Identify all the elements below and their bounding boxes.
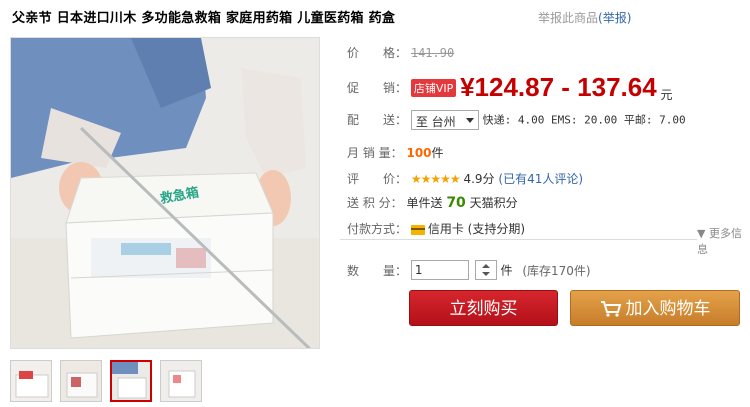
points-label: 送 积 分：	[347, 196, 403, 210]
shipping-fees: 快递: 4.00 EMS: 20.00 平邮: 7.00	[482, 113, 686, 127]
add-to-cart-button[interactable]: 加入购物车	[570, 290, 740, 326]
payment-label: 付款方式：	[347, 222, 408, 236]
thumbnail-2[interactable]	[60, 360, 102, 402]
star-rating-icon: ★★★★★	[410, 172, 461, 186]
shopping-cart-icon	[600, 301, 621, 317]
rating-row: 评 价： ★★★★★ 4.9分 (已有41人评论)	[347, 170, 583, 187]
credit-card-icon	[410, 224, 425, 235]
report-product[interactable]: 举报此商品(举报)	[538, 9, 631, 26]
chevron-up-icon	[481, 264, 490, 268]
quantity-row: 数 量： 1 件 (库存170件)	[347, 260, 591, 280]
price-label: 价 格：	[347, 46, 408, 60]
vip-badge: 店铺VIP	[410, 78, 457, 97]
shipping-label: 配 送：	[347, 112, 408, 127]
main-product-image[interactable]: 救急箱	[10, 37, 320, 349]
more-info-toggle[interactable]: ▼ 更多信息	[697, 225, 750, 257]
rating-score: 4.9分	[463, 172, 495, 186]
add-to-cart-label: 加入购物车	[625, 299, 711, 319]
quantity-input[interactable]: 1	[410, 260, 469, 280]
points-suffix: 天猫积分	[469, 196, 518, 210]
divider	[340, 239, 738, 240]
price-row: 价 格： 141.90	[347, 44, 454, 61]
sales-row: 月 销 量： 100件	[347, 144, 444, 161]
chevron-down-icon	[465, 118, 474, 123]
stock-count: (库存170件)	[522, 263, 591, 278]
points-row: 送 积 分： 单件送 70 天猫积分	[347, 194, 518, 211]
payment-row: 付款方式： 信用卡 (支持分期)	[347, 220, 525, 237]
quantity-unit: 件	[500, 263, 513, 278]
thumbnail-1[interactable]	[10, 360, 52, 402]
payment-method: 信用卡 (支持分期)	[427, 222, 526, 236]
destination-select[interactable]: 至 台州	[410, 110, 479, 130]
shipping-row: 配 送： 至 台州 快递: 4.00 EMS: 20.00 平邮: 7.00	[347, 110, 686, 130]
thumbnail-3-selected[interactable]	[110, 360, 152, 402]
product-photo: 救急箱	[11, 38, 319, 348]
report-text: 举报此商品	[538, 11, 599, 25]
promo-row: 促 销： 店铺VIP ¥124.87 - 137.64 元	[347, 72, 673, 103]
thumbnail-4-image	[161, 361, 201, 401]
sales-label: 月 销 量：	[347, 146, 403, 160]
quantity-label: 数 量：	[347, 263, 408, 278]
sales-count: 100	[406, 146, 432, 160]
thumbnail-3-image	[112, 362, 150, 400]
quantity-stepper[interactable]	[474, 260, 497, 280]
original-price: 141.90	[410, 46, 455, 60]
buy-now-button[interactable]: 立刻购买	[409, 290, 558, 326]
destination-value: 至 台州	[415, 115, 456, 129]
price-unit: 元	[660, 88, 673, 102]
thumbnail-4[interactable]	[160, 360, 202, 402]
sales-unit: 件	[431, 146, 444, 160]
points-value: 70	[446, 195, 466, 211]
points-prefix: 单件送	[406, 196, 443, 210]
promo-price: ¥124.87 - 137.64	[460, 72, 657, 102]
report-link[interactable]: (举报)	[598, 11, 631, 25]
thumbnail-1-image	[11, 361, 51, 401]
rating-label: 评 价：	[347, 172, 408, 186]
promo-label: 促 销：	[347, 81, 408, 95]
review-count-link[interactable]: (已有41人评论)	[498, 172, 583, 186]
thumbnail-2-image	[61, 361, 101, 401]
chevron-down-icon	[481, 272, 490, 276]
product-title: 父亲节 日本进口川木 多功能急救箱 家庭用药箱 儿童医药箱 药盒	[12, 11, 396, 26]
